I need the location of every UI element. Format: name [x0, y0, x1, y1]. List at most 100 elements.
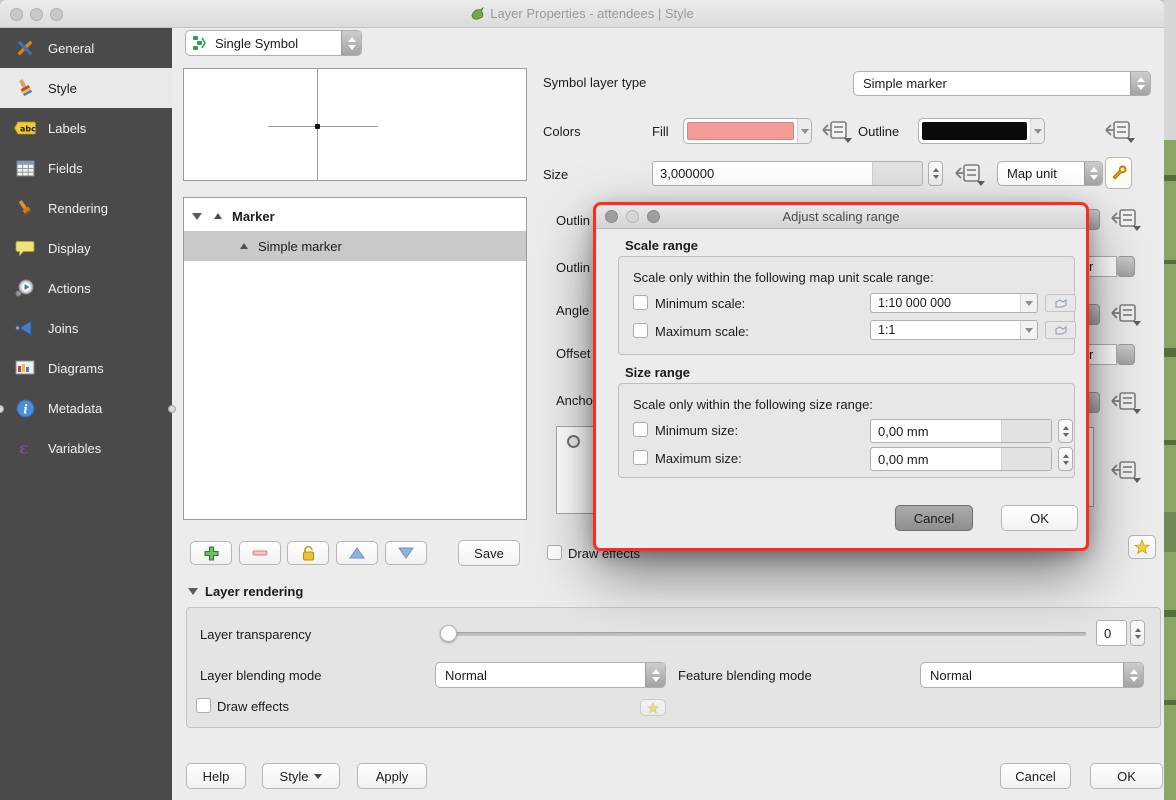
layer-blending-value: Normal: [436, 668, 645, 683]
favorites-star-button[interactable]: [1128, 535, 1156, 559]
map-extent-icon: [1055, 326, 1067, 335]
adjust-scaling-range-dialog: Adjust scaling range Scale range Scale o…: [596, 205, 1086, 548]
apply-button[interactable]: Apply: [357, 763, 427, 789]
minimum-scale-checkbox[interactable]: [633, 295, 648, 310]
sidebar-item-metadata[interactable]: i Metadata: [0, 388, 172, 428]
table-icon: [14, 158, 36, 178]
size-unit-combo[interactable]: Map unit: [997, 161, 1103, 186]
sidebar-item-variables[interactable]: ε Variables: [0, 428, 172, 468]
minimum-scale-extent-button[interactable]: [1045, 294, 1076, 312]
feature-blending-combo[interactable]: Normal: [920, 662, 1144, 688]
layer-blending-combo[interactable]: Normal: [435, 662, 666, 688]
sidebar-item-label: Rendering: [48, 201, 108, 216]
data-defined-override-button[interactable]: [955, 163, 985, 187]
transparency-slider-handle[interactable]: [440, 625, 457, 642]
color-dropdown-arrow[interactable]: [1030, 119, 1044, 143]
effects-star-button[interactable]: [640, 699, 666, 716]
minimum-size-stepper[interactable]: [1058, 419, 1073, 443]
transparency-slider-track[interactable]: [440, 632, 1086, 636]
sidebar-item-joins[interactable]: Joins: [0, 308, 172, 348]
maximum-scale-value: 1:1: [871, 323, 1020, 337]
color-dropdown-arrow[interactable]: [797, 119, 811, 143]
sidebar-item-label: Variables: [48, 441, 101, 456]
qgis-logo-icon: [470, 7, 485, 24]
maximum-scale-checkbox[interactable]: [633, 323, 648, 338]
combo-arrow-icon[interactable]: [1020, 294, 1037, 312]
draw-effects-checkbox[interactable]: [196, 698, 211, 713]
remove-symbol-layer-button[interactable]: [239, 541, 281, 565]
abc-label-icon: abc: [14, 118, 36, 138]
expander-icon[interactable]: [192, 213, 202, 220]
tree-row-marker[interactable]: Marker: [184, 201, 526, 231]
dialog-cancel-button[interactable]: Cancel: [895, 505, 973, 531]
symbol-layer-type-combo[interactable]: Simple marker: [853, 71, 1151, 96]
lock-colors-button[interactable]: [287, 541, 329, 565]
maximum-scale-extent-button[interactable]: [1045, 321, 1076, 339]
sidebar-item-rendering[interactable]: Rendering: [0, 188, 172, 228]
transparency-stepper[interactable]: [1130, 620, 1145, 646]
circle-marker-option[interactable]: [567, 435, 580, 448]
desktop-backdrop: [1164, 0, 1176, 140]
dialog-titlebar[interactable]: Adjust scaling range: [596, 205, 1086, 229]
outline-color-button[interactable]: [918, 118, 1045, 144]
marker-shape-list[interactable]: [556, 426, 600, 514]
layer-rendering-header[interactable]: Layer rendering: [205, 584, 303, 599]
sidebar-item-labels[interactable]: abc Labels: [0, 108, 172, 148]
sidebar-item-fields[interactable]: Fields: [0, 148, 172, 188]
symbol-mode-combo[interactable]: Single Symbol: [185, 30, 362, 56]
angle-label: Angle: [556, 303, 589, 318]
svg-text:i: i: [23, 402, 27, 416]
occluded-combo-stepper[interactable]: [1086, 392, 1100, 413]
occluded-combo-stepper[interactable]: [1086, 209, 1100, 230]
transparency-value-box[interactable]: 0: [1096, 620, 1127, 646]
minimum-scale-value: 1:10 000 000: [871, 296, 1020, 310]
maximum-scale-combo[interactable]: 1:1: [870, 320, 1038, 340]
data-defined-override-button[interactable]: [1111, 460, 1141, 484]
combo-arrow-icon[interactable]: [1020, 321, 1037, 339]
tree-row-simple-marker[interactable]: Simple marker: [184, 231, 526, 261]
splitter-handle[interactable]: [168, 405, 176, 413]
style-menu-button[interactable]: Style: [262, 763, 340, 789]
window-titlebar[interactable]: Layer Properties - attendees | Style: [0, 0, 1164, 28]
dropdown-arrow-icon: [314, 774, 322, 779]
data-defined-override-button[interactable]: [1105, 120, 1135, 144]
occluded-unit-combo[interactable]: r: [1086, 344, 1117, 365]
sidebar-item-style[interactable]: Style: [0, 68, 172, 108]
minimum-size-spinbox[interactable]: 0,00 mm: [870, 419, 1052, 443]
save-symbol-button[interactable]: Save: [458, 540, 520, 566]
maximum-size-spinbox[interactable]: 0,00 mm: [870, 447, 1052, 471]
minimum-size-label: Minimum size:: [655, 423, 738, 438]
occluded-combo-stepper[interactable]: [1117, 344, 1135, 365]
cancel-button[interactable]: Cancel: [1000, 763, 1071, 789]
symbol-draw-effects-checkbox[interactable]: [547, 545, 562, 560]
data-defined-override-button[interactable]: [1111, 391, 1141, 415]
minimum-scale-combo[interactable]: 1:10 000 000: [870, 293, 1038, 313]
sidebar-item-actions[interactable]: Actions: [0, 268, 172, 308]
maximum-size-stepper[interactable]: [1058, 447, 1073, 471]
occluded-spin-stepper[interactable]: [1086, 304, 1100, 325]
sidebar-item-general[interactable]: General: [0, 28, 172, 68]
help-label: Help: [203, 769, 230, 784]
transparency-value: 0: [1097, 626, 1126, 641]
maximum-size-checkbox[interactable]: [633, 450, 648, 465]
move-down-button[interactable]: [385, 541, 427, 565]
help-button[interactable]: Help: [186, 763, 246, 789]
layer-rendering-collapse-icon[interactable]: [188, 588, 198, 595]
dialog-ok-button[interactable]: OK: [1001, 505, 1078, 531]
data-defined-override-button[interactable]: [822, 120, 852, 144]
occluded-unit-combo[interactable]: r: [1086, 256, 1117, 277]
ok-button[interactable]: OK: [1090, 763, 1163, 789]
sidebar-item-diagrams[interactable]: Diagrams: [0, 348, 172, 388]
size-stepper[interactable]: [928, 161, 943, 186]
add-symbol-layer-button[interactable]: [190, 541, 232, 565]
plus-icon: [204, 546, 219, 561]
data-defined-override-button[interactable]: [1111, 303, 1141, 327]
occluded-combo-stepper[interactable]: [1117, 256, 1135, 277]
unit-settings-button[interactable]: [1105, 157, 1132, 189]
fill-color-button[interactable]: [683, 118, 812, 144]
move-up-button[interactable]: [336, 541, 378, 565]
sidebar-item-display[interactable]: Display: [0, 228, 172, 268]
minimum-size-checkbox[interactable]: [633, 422, 648, 437]
data-defined-override-button[interactable]: [1111, 208, 1141, 232]
size-spinbox[interactable]: 3,000000: [652, 161, 923, 186]
